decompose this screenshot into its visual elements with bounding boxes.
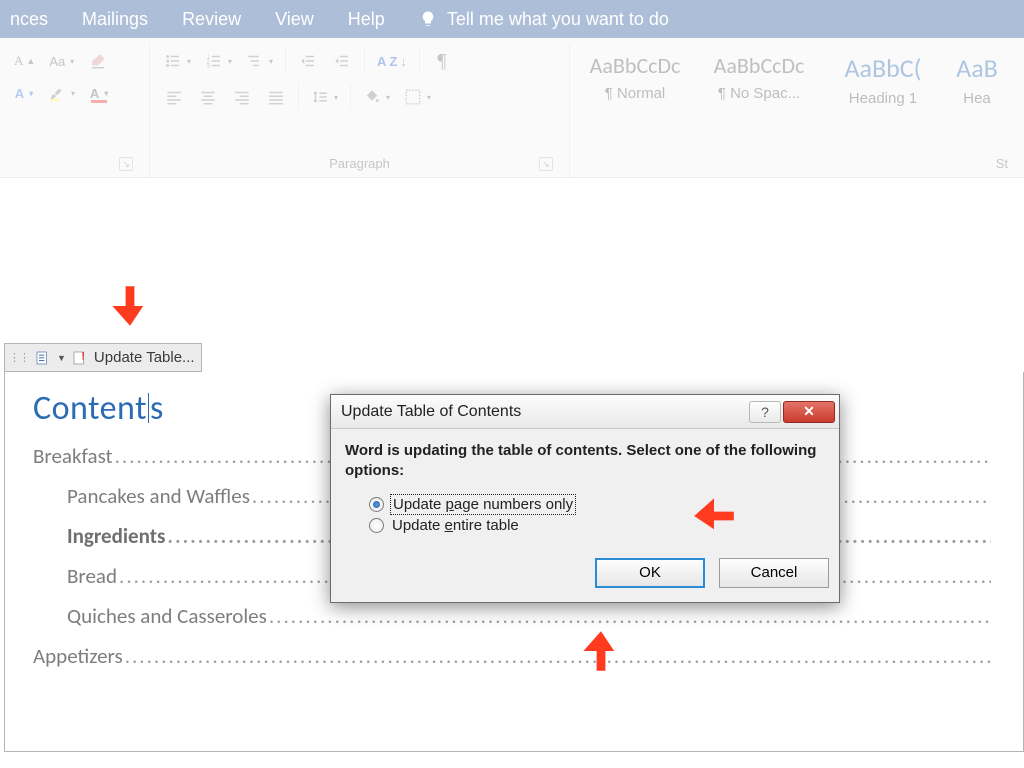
toc-dropdown-icon[interactable]: ▼ xyxy=(57,353,66,363)
update-table-icon[interactable]: ! xyxy=(72,350,88,366)
style-heading-fragment[interactable]: AaB Hea xyxy=(952,52,1002,107)
line-spacing-button[interactable]: ▾ xyxy=(307,84,342,110)
justify-button[interactable] xyxy=(262,84,290,110)
tab-references-fragment[interactable]: nces xyxy=(10,9,48,30)
radio-unselected-icon[interactable] xyxy=(369,518,384,533)
ribbon-tabstrip: nces Mailings Review View Help Tell me w… xyxy=(0,0,1024,38)
tab-view[interactable]: View xyxy=(275,9,314,30)
multilevel-list-button[interactable]: ▾ xyxy=(242,48,277,74)
align-right-button[interactable] xyxy=(228,84,256,110)
shading-button[interactable]: ▾ xyxy=(359,84,394,110)
paint-bucket-icon xyxy=(363,88,381,106)
bullets-icon xyxy=(164,52,182,70)
align-center-button[interactable] xyxy=(194,84,222,110)
dialog-title: Update Table of Contents xyxy=(341,403,747,421)
tab-mailings[interactable]: Mailings xyxy=(82,9,148,30)
styles-gallery[interactable]: AaBbCcDc ¶ Normal AaBbCcDc ¶ No Spac... … xyxy=(580,48,1002,154)
highlighter-icon xyxy=(48,84,66,102)
line-spacing-icon xyxy=(311,88,329,106)
text-cursor-icon xyxy=(148,393,149,423)
update-table-button[interactable]: Update Table... xyxy=(94,349,195,366)
styles-group-label-fragment: St xyxy=(996,156,1008,171)
align-left-icon xyxy=(165,88,183,106)
callout-arrow-icon xyxy=(108,284,152,328)
radio-selected-icon[interactable] xyxy=(369,497,384,512)
show-marks-button[interactable]: ¶ xyxy=(428,48,456,74)
ribbon-body: A▲ Aa▾ A▾ ▾ A▾ ↘ xyxy=(0,38,1024,178)
tell-me-label: Tell me what you want to do xyxy=(447,9,669,30)
tab-help[interactable]: Help xyxy=(348,9,385,30)
tell-me-search[interactable]: Tell me what you want to do xyxy=(419,9,669,30)
svg-text:!: ! xyxy=(81,350,85,362)
toc-entry[interactable]: Appetizers..............................… xyxy=(33,643,991,669)
svg-text:3: 3 xyxy=(207,64,211,70)
font-color-button[interactable]: A▾ xyxy=(85,80,113,106)
outdent-icon xyxy=(299,52,317,70)
bullets-button[interactable]: ▾ xyxy=(160,48,195,74)
align-center-icon xyxy=(199,88,217,106)
eraser-icon xyxy=(89,52,107,70)
option-update-page-numbers[interactable]: Update page numbers only xyxy=(369,496,825,513)
cancel-button[interactable]: Cancel xyxy=(719,558,829,588)
change-case-button[interactable]: Aa▾ xyxy=(45,48,78,74)
borders-button[interactable]: ▾ xyxy=(400,84,435,110)
sort-button[interactable]: AZ↓ xyxy=(373,48,411,74)
lightbulb-icon xyxy=(419,10,437,28)
style-no-spacing[interactable]: AaBbCcDc ¶ No Spac... xyxy=(704,52,814,102)
option-update-entire-table[interactable]: Update entire table xyxy=(369,517,825,534)
numbering-button[interactable]: 123▾ xyxy=(201,48,236,74)
callout-arrow-icon xyxy=(692,494,736,538)
decrease-indent-button[interactable] xyxy=(294,48,322,74)
paragraph-group-label: Paragraph xyxy=(329,156,390,171)
toc-settings-icon[interactable] xyxy=(35,350,51,366)
indent-icon xyxy=(333,52,351,70)
borders-icon xyxy=(404,88,422,106)
toc-entry[interactable]: Quiches and Casseroles..................… xyxy=(33,603,991,629)
numbering-icon: 123 xyxy=(205,52,223,70)
grow-font-button[interactable]: A▲ xyxy=(10,48,39,74)
dialog-message: Word is updating the table of contents. … xyxy=(345,441,825,482)
dialog-titlebar[interactable]: Update Table of Contents ? ✕ xyxy=(331,395,839,429)
close-button[interactable]: ✕ xyxy=(783,401,835,423)
paragraph-dialog-launcher-icon[interactable]: ↘ xyxy=(539,157,553,171)
align-right-icon xyxy=(233,88,251,106)
clear-formatting-button[interactable] xyxy=(84,48,112,74)
style-heading-1[interactable]: AaBbC( Heading 1 xyxy=(828,52,938,107)
align-left-button[interactable] xyxy=(160,84,188,110)
update-toc-dialog: Update Table of Contents ? ✕ Word is upd… xyxy=(330,394,840,603)
toolbar-grip-icon[interactable]: ⋮⋮ xyxy=(9,354,29,362)
highlight-button[interactable]: ▾ xyxy=(44,80,79,106)
increase-indent-button[interactable] xyxy=(328,48,356,74)
text-effects-button[interactable]: A▾ xyxy=(10,80,38,106)
font-dialog-launcher-icon[interactable]: ↘ xyxy=(119,157,133,171)
multilevel-icon xyxy=(246,52,264,70)
help-button[interactable]: ? xyxy=(749,401,781,423)
ok-button[interactable]: OK xyxy=(595,558,705,588)
style-normal[interactable]: AaBbCcDc ¶ Normal xyxy=(580,52,690,102)
justify-icon xyxy=(267,88,285,106)
toc-mini-toolbar: ⋮⋮ ▼ ! Update Table... xyxy=(4,343,202,372)
tab-review[interactable]: Review xyxy=(182,9,241,30)
callout-arrow-icon xyxy=(579,629,623,673)
